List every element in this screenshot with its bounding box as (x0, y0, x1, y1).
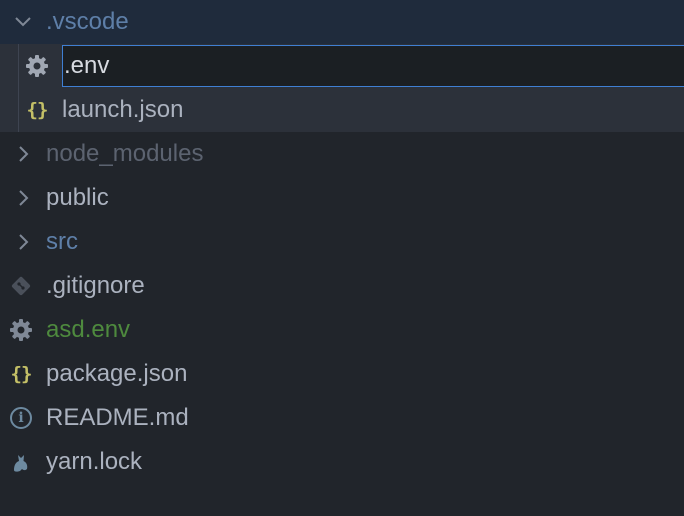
tree-item-node-modules[interactable]: node_modules (0, 132, 684, 176)
tree-item-readme[interactable]: i README.md (0, 396, 684, 440)
folder-name-public: public (46, 184, 109, 211)
gear-icon (24, 53, 50, 79)
folder-name-vscode: .vscode (46, 8, 129, 35)
git-icon (8, 273, 34, 299)
tree-item-vscode-folder[interactable]: .vscode (0, 0, 684, 44)
info-icon: i (8, 405, 34, 431)
yarn-cat-icon (8, 449, 34, 475)
chevron-right-icon[interactable] (10, 229, 36, 255)
json-braces-icon: {} (26, 99, 49, 121)
folder-name-src: src (46, 228, 78, 255)
file-name-readme: README.md (46, 404, 189, 431)
file-name-asd-env: asd.env (46, 316, 131, 343)
file-explorer: .vscode {} launch.json (0, 0, 684, 516)
file-name-package-json: package.json (46, 360, 188, 387)
tree-item-gitignore[interactable]: .gitignore (0, 264, 684, 308)
file-name-launch-json: launch.json (62, 96, 184, 123)
tree-item-launch-json[interactable]: {} launch.json (0, 88, 684, 132)
tree-item-asd-env[interactable]: asd.env (0, 308, 684, 352)
chevron-right-icon[interactable] (10, 185, 36, 211)
chevron-right-icon[interactable] (10, 141, 36, 167)
indent-guide (18, 88, 19, 132)
tree-item-src[interactable]: src (0, 220, 684, 264)
tree-item-package-json[interactable]: {} package.json (0, 352, 684, 396)
chevron-down-icon[interactable] (10, 9, 36, 35)
indent-guide (18, 44, 19, 88)
json-braces-icon: {} (10, 363, 33, 385)
file-name-gitignore: .gitignore (46, 272, 145, 299)
tree-item-yarn-lock[interactable]: yarn.lock (0, 440, 684, 484)
folder-name-node-modules: node_modules (46, 140, 204, 167)
rename-input[interactable] (62, 45, 684, 87)
tree-item-public[interactable]: public (0, 176, 684, 220)
tree-item-rename[interactable] (0, 44, 684, 88)
gear-icon (8, 317, 34, 343)
file-name-yarn-lock: yarn.lock (46, 448, 143, 475)
